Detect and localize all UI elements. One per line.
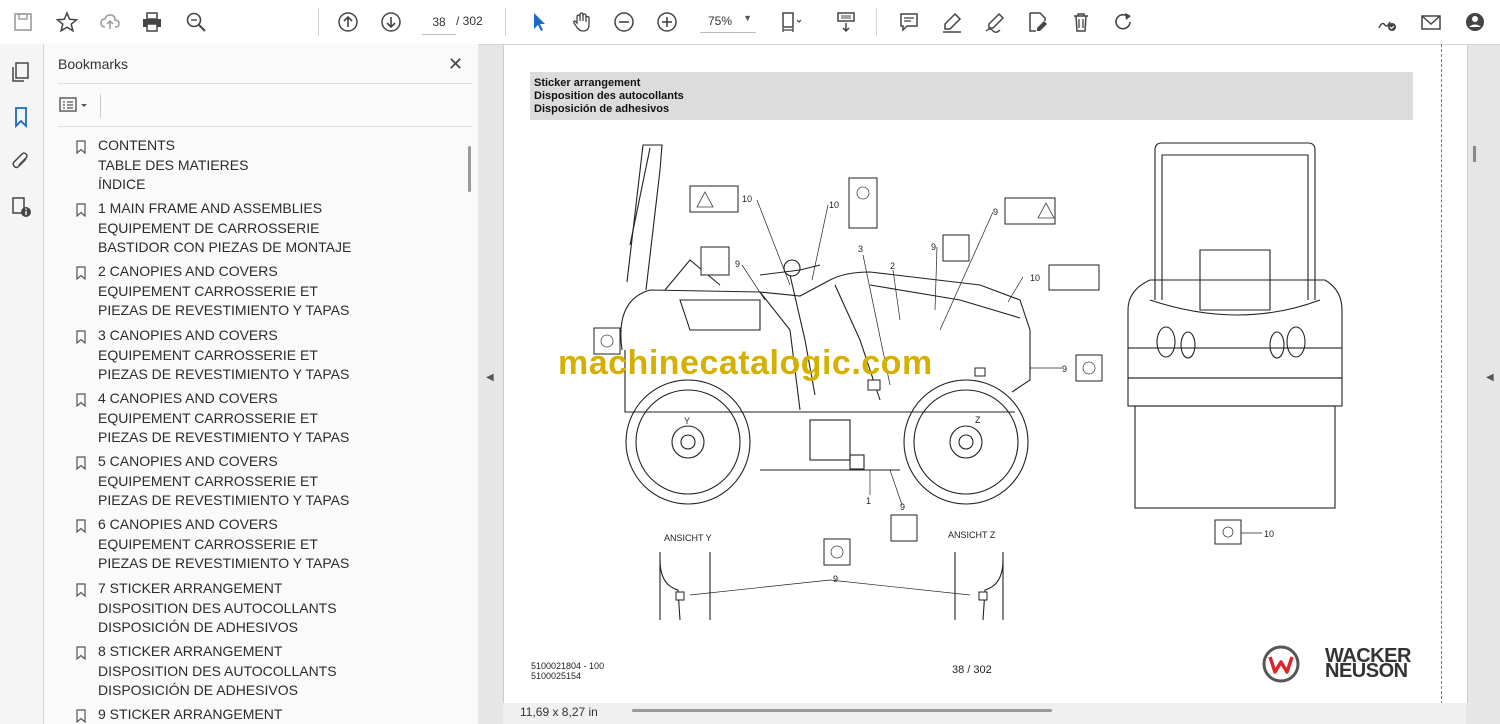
bookmark-item[interactable]: 7 STICKER ARRANGEMENT DISPOSITION DES AU… bbox=[58, 579, 458, 639]
callout-label: Z bbox=[975, 415, 981, 425]
page-number-input[interactable] bbox=[422, 10, 456, 35]
bookmark-icon bbox=[76, 266, 86, 280]
footer-code-2: 5100025154 bbox=[531, 671, 582, 681]
bookmark-item[interactable]: 5 CANOPIES AND COVERS EQUIPEMENT CARROSS… bbox=[58, 452, 458, 512]
draw-icon[interactable] bbox=[982, 9, 1008, 35]
callout-label: 10 bbox=[742, 194, 753, 204]
sign-icon[interactable] bbox=[1374, 9, 1400, 35]
bookmark-options-button[interactable] bbox=[58, 94, 94, 116]
bookmark-icon bbox=[76, 140, 86, 154]
hand-tool-icon[interactable] bbox=[569, 9, 595, 35]
left-rail bbox=[0, 44, 44, 724]
bookmark-item[interactable]: 1 MAIN FRAME AND ASSEMBLIES EQUIPEMENT D… bbox=[58, 199, 458, 259]
bookmark-item[interactable]: 9 STICKER ARRANGEMENT bbox=[58, 705, 458, 724]
redo-icon[interactable] bbox=[1111, 9, 1137, 35]
bookmark-item[interactable]: 3 CANOPIES AND COVERS EQUIPEMENT CARROSS… bbox=[58, 326, 458, 386]
print-icon[interactable] bbox=[139, 9, 165, 35]
callout-label: 10 bbox=[1264, 529, 1275, 539]
attachment-icon[interactable] bbox=[8, 148, 34, 174]
bookmark-icon bbox=[76, 709, 86, 723]
zoom-value: 75% bbox=[708, 14, 733, 28]
callout-label: 10 bbox=[1030, 273, 1041, 283]
bookmark-label: 2 CANOPIES AND COVERS EQUIPEMENT CARROSS… bbox=[98, 263, 350, 319]
callout-label: 3 bbox=[858, 244, 864, 254]
callout-label: 1 bbox=[866, 496, 872, 506]
close-icon[interactable]: ✕ bbox=[448, 54, 463, 75]
bookmarks-title: Bookmarks bbox=[58, 56, 129, 72]
callout-label: 9 bbox=[1062, 364, 1068, 374]
bookmark-item[interactable]: CONTENTS TABLE DES MATIERES ÍNDICE bbox=[58, 136, 458, 196]
view-label-y: ANSICHT Y bbox=[664, 533, 712, 543]
scroll-mode-icon[interactable] bbox=[833, 9, 859, 35]
callout-label: 9 bbox=[900, 502, 906, 512]
collapse-right-icon[interactable]: ◀ bbox=[1486, 372, 1494, 383]
bookmark-label: CONTENTS TABLE DES MATIERES ÍNDICE bbox=[98, 137, 249, 193]
star-icon[interactable] bbox=[54, 9, 80, 35]
status-bar bbox=[503, 703, 1466, 724]
page-dimensions: 11,69 x 8,27 in bbox=[520, 705, 598, 719]
bookmark-item[interactable]: 8 STICKER ARRANGEMENT DISPOSITION DES AU… bbox=[58, 642, 458, 702]
brand-neuson: NEUSON bbox=[1325, 660, 1408, 682]
callout-label: 9 bbox=[931, 242, 937, 252]
comment-icon[interactable] bbox=[896, 9, 922, 35]
cloud-upload-icon[interactable] bbox=[97, 9, 123, 35]
edit-text-icon[interactable] bbox=[1025, 9, 1051, 35]
bookmark-label: 8 STICKER ARRANGEMENT DISPOSITION DES AU… bbox=[98, 643, 337, 699]
select-cursor-icon[interactable] bbox=[526, 9, 552, 35]
bookmark-icon bbox=[76, 203, 86, 217]
save-icon[interactable] bbox=[10, 9, 36, 35]
bookmark-label: 1 MAIN FRAME AND ASSEMBLIES EQUIPEMENT D… bbox=[98, 200, 352, 256]
footer-page-number: 38 / 302 bbox=[952, 664, 992, 676]
chevron-down-icon: ▼ bbox=[743, 13, 752, 23]
callout-label: 9 bbox=[833, 574, 839, 584]
bookmarks-scrollbar[interactable] bbox=[468, 146, 471, 192]
zoom-select[interactable]: 75% ▼ bbox=[700, 10, 756, 33]
zoom-search-icon[interactable] bbox=[183, 9, 209, 35]
bookmark-icon bbox=[76, 519, 86, 533]
zoom-out-icon[interactable] bbox=[611, 9, 637, 35]
bookmark-label: 6 CANOPIES AND COVERS EQUIPEMENT CARROSS… bbox=[98, 516, 350, 572]
footer-code-1: 5100021804 - 100 bbox=[531, 661, 605, 671]
bookmark-label: 7 STICKER ARRANGEMENT DISPOSITION DES AU… bbox=[98, 580, 337, 636]
watermark: machinecatalogic.com bbox=[558, 344, 933, 382]
fit-page-icon[interactable] bbox=[778, 9, 804, 35]
bookmark-label: 9 STICKER ARRANGEMENT bbox=[98, 706, 283, 722]
pages-thumbnail-icon[interactable] bbox=[8, 59, 34, 85]
bookmark-icon bbox=[76, 583, 86, 597]
account-icon[interactable] bbox=[1462, 9, 1488, 35]
bookmark-panel-icon[interactable] bbox=[8, 104, 34, 130]
callout-label: 2 bbox=[890, 261, 896, 271]
document-scrollbar[interactable] bbox=[1473, 146, 1476, 162]
page-total: / 302 bbox=[456, 14, 483, 28]
bookmark-item[interactable]: 6 CANOPIES AND COVERS EQUIPEMENT CARROSS… bbox=[58, 515, 458, 575]
callout-label: 10 bbox=[829, 200, 840, 210]
mail-icon[interactable] bbox=[1418, 9, 1444, 35]
bookmark-icon bbox=[76, 646, 86, 660]
bookmark-icon bbox=[76, 393, 86, 407]
delete-icon[interactable] bbox=[1068, 9, 1094, 35]
page-down-icon[interactable] bbox=[378, 9, 404, 35]
bookmarks-panel: Bookmarks ✕ CONTENTS TABLE DES MATIERES … bbox=[44, 44, 478, 724]
callout-label: 9 bbox=[735, 259, 741, 269]
horizontal-scrollbar[interactable] bbox=[632, 709, 1052, 712]
bookmark-label: 5 CANOPIES AND COVERS EQUIPEMENT CARROSS… bbox=[98, 453, 350, 509]
bookmark-icon bbox=[76, 456, 86, 470]
page-up-icon[interactable] bbox=[335, 9, 361, 35]
bookmark-item[interactable]: 2 CANOPIES AND COVERS EQUIPEMENT CARROSS… bbox=[58, 262, 458, 322]
callout-label: 9 bbox=[993, 207, 999, 217]
bookmark-list: CONTENTS TABLE DES MATIERES ÍNDICE 1 MAI… bbox=[58, 132, 462, 724]
bookmark-item[interactable]: 4 CANOPIES AND COVERS EQUIPEMENT CARROSS… bbox=[58, 389, 458, 449]
bookmark-label: 3 CANOPIES AND COVERS EQUIPEMENT CARROSS… bbox=[98, 327, 350, 383]
collapse-left-icon[interactable]: ◀ bbox=[486, 372, 494, 383]
view-label-z: ANSICHT Z bbox=[948, 530, 996, 540]
callout-label: Y bbox=[684, 416, 691, 426]
zoom-in-icon[interactable] bbox=[654, 9, 680, 35]
highlight-pen-icon[interactable] bbox=[939, 9, 965, 35]
document-info-icon[interactable] bbox=[8, 194, 34, 220]
wacker-neuson-logo-icon bbox=[1262, 645, 1300, 683]
bookmark-icon bbox=[76, 330, 86, 344]
bookmark-label: 4 CANOPIES AND COVERS EQUIPEMENT CARROSS… bbox=[98, 390, 350, 446]
toolbar: / 302 75% ▼ bbox=[0, 0, 1500, 45]
